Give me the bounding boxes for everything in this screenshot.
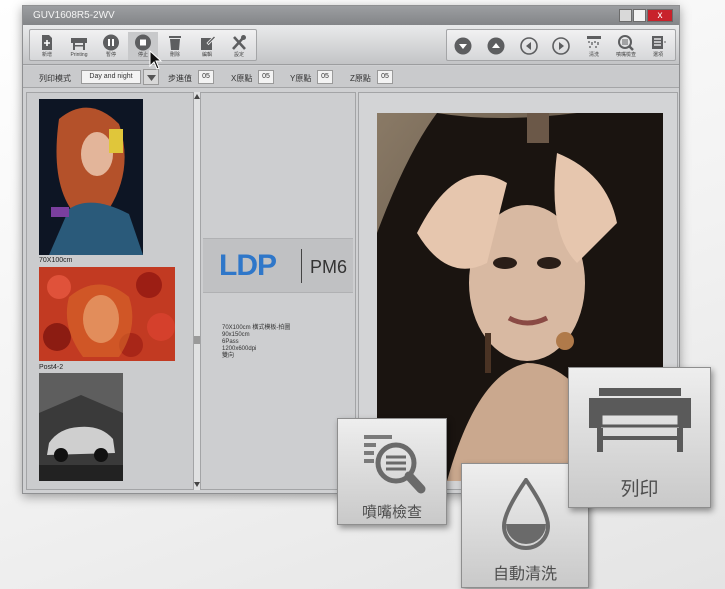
minimize-button[interactable]: [619, 9, 632, 22]
add-file-icon: [42, 35, 52, 50]
step-input[interactable]: 05: [198, 70, 214, 84]
arrow-down-circle-icon[interactable]: [454, 37, 472, 55]
print-label: 列印: [620, 479, 659, 500]
job-toolbar-group: 新增 Printing 暫停 停止 刪除 編輯 設定: [29, 29, 257, 61]
nav-toolbar-group: 清洗 噴嘴檢查 選項: [446, 29, 676, 61]
printer-model: PM6: [310, 257, 348, 277]
print-mode-dropdown-button[interactable]: [143, 69, 159, 85]
print-mode-select[interactable]: Day and night: [81, 70, 141, 84]
add-button-label: 新增: [41, 52, 52, 58]
nozzle-check-toolbar-label: 噴嘴檢查: [615, 52, 636, 58]
arrow-up-circle-icon[interactable]: [487, 37, 505, 55]
thumbnail-roses-woman[interactable]: [39, 267, 175, 361]
job-detail-line: 雙向: [222, 353, 235, 359]
stop-icon: [135, 34, 151, 51]
print-button[interactable]: 列印: [568, 367, 711, 508]
mouse-cursor-icon: [149, 50, 163, 70]
close-icon: x: [657, 10, 663, 21]
ink-drop-icon: [501, 478, 551, 550]
edit-button-label: 編輯: [201, 52, 212, 58]
title-bar: GUV1608R5-2WV: [23, 6, 679, 25]
thumbnail-car[interactable]: [39, 373, 123, 481]
printing-button-label: Printing: [70, 52, 88, 58]
clean-button[interactable]: 清洗: [579, 32, 609, 60]
nozzle-check-icon: [364, 435, 426, 494]
y-origin-label: Y原點: [290, 74, 312, 83]
edit-icon: [201, 35, 216, 50]
step-label: 步進值: [168, 74, 192, 83]
close-button[interactable]: x: [647, 9, 673, 22]
settings-button-label: 設定: [233, 52, 244, 58]
arrow-right-circle-icon[interactable]: [552, 37, 570, 55]
toolbar: 新增 Printing 暫停 停止 刪除 編輯 設定 清洗 噴嘴檢查 選項: [23, 25, 679, 65]
brand-logo-text: LDP: [219, 249, 277, 282]
stage: GUV1608R5-2WV x 新增 Printing 暫停 停止 刪除 編輯 …: [0, 0, 725, 589]
pause-icon: [103, 34, 119, 51]
printer-icon: [589, 388, 691, 452]
logo-divider: [301, 249, 302, 283]
printing-button[interactable]: Printing: [64, 32, 94, 60]
edit-button[interactable]: 編輯: [192, 32, 222, 60]
nozzle-check-toolbar-button[interactable]: 噴嘴檢查: [611, 32, 641, 60]
trash-icon: [169, 36, 181, 50]
options-button[interactable]: 選項: [643, 32, 673, 60]
print-options-bar: 列印模式 Day and night 步進值 05 X原點 05 Y原點 05 …: [23, 66, 679, 88]
pause-button-label: 暫停: [105, 52, 116, 58]
thumbnail-scrollbar[interactable]: [193, 92, 200, 490]
arrow-left-circle-icon[interactable]: [520, 37, 538, 55]
auto-clean-label: 自動清洗: [492, 566, 557, 583]
nozzle-check-button[interactable]: 噴嘴檢查: [337, 418, 447, 525]
job-info-panel: LDP PM6 70X100cm 橫式模板-拍圖 90x150cm 6Pass …: [200, 92, 356, 490]
job-detail-line: 6Pass: [222, 339, 239, 345]
printer-icon: [71, 38, 87, 50]
settings-button[interactable]: 設定: [224, 32, 254, 60]
job-detail-line: 90x150cm: [222, 332, 250, 338]
job-details: 70X100cm 橫式模板-拍圖 90x150cm 6Pass 1200x600…: [222, 325, 290, 360]
y-origin-input[interactable]: 05: [317, 70, 333, 84]
job-detail-line: 70X100cm 橫式模板-拍圖: [222, 325, 291, 331]
clean-icon: [587, 36, 601, 48]
chevron-down-icon: [147, 75, 156, 81]
pause-button[interactable]: 暫停: [96, 32, 126, 60]
tools-icon: [232, 35, 246, 50]
z-origin-label: Z原點: [350, 74, 371, 83]
delete-button[interactable]: 刪除: [160, 32, 190, 60]
thumbnail-caption: 70X100cm: [39, 257, 73, 264]
maximize-button[interactable]: [633, 9, 646, 22]
x-origin-label: X原點: [231, 74, 253, 83]
clean-button-label: 清洗: [588, 52, 599, 58]
job-detail-line: 1200x600dpi: [222, 346, 257, 352]
nozzle-check-icon: [618, 35, 634, 51]
window-title: GUV1608R5-2WV: [33, 10, 115, 21]
stop-button-label: 停止: [137, 52, 148, 58]
options-button-label: 選項: [652, 52, 663, 58]
print-mode-label: 列印模式: [39, 74, 71, 83]
brand-logo: LDP PM6: [203, 238, 353, 293]
job-thumbnail-list[interactable]: 70X100cm Post4-2: [26, 92, 196, 490]
options-icon: [652, 36, 666, 49]
x-origin-input[interactable]: 05: [258, 70, 274, 84]
z-origin-input[interactable]: 05: [377, 70, 393, 84]
thumbnail-caption: Post4-2: [39, 364, 64, 371]
nozzle-check-label: 噴嘴檢查: [361, 504, 422, 521]
delete-button-label: 刪除: [169, 52, 180, 58]
add-button[interactable]: 新增: [32, 32, 62, 60]
thumbnail-portrait-woman[interactable]: [39, 99, 143, 255]
